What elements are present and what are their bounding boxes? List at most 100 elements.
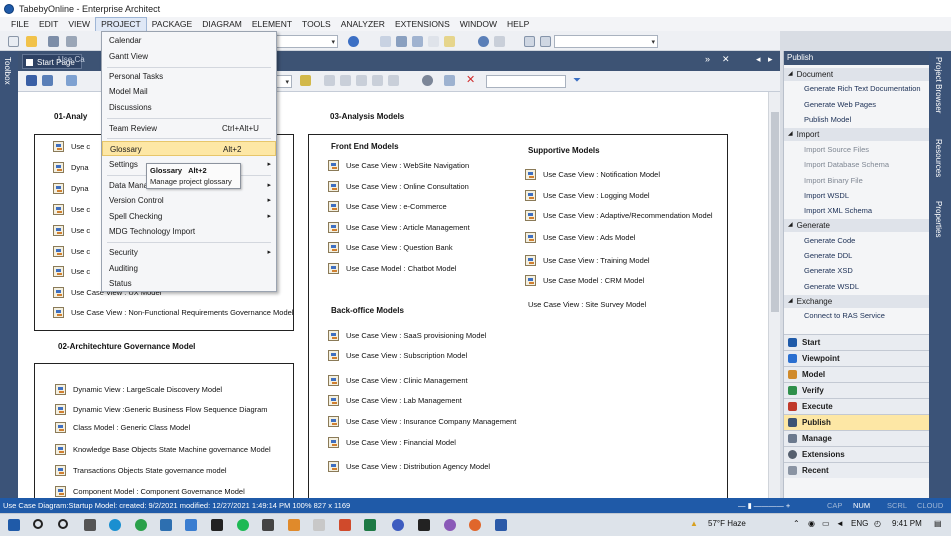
volume-icon[interactable]: ◄ xyxy=(836,519,844,528)
layout-icon[interactable] xyxy=(380,36,391,47)
menu-window[interactable]: WINDOW xyxy=(455,17,502,31)
toolbar-combo-1[interactable]: ▾ xyxy=(274,35,338,48)
tab-resources[interactable]: Resources xyxy=(934,139,943,177)
menu-item-spell-checking[interactable]: Spell Checking ▸ xyxy=(102,209,276,224)
layout-diagram-icon[interactable] xyxy=(388,75,399,86)
diagram-item[interactable]: Use Case View : WebSite Navigation xyxy=(328,160,469,171)
edge-icon[interactable] xyxy=(109,519,121,531)
toolbox-strip[interactable]: Toolbox xyxy=(0,51,18,498)
search-icon[interactable] xyxy=(33,519,43,529)
powerpoint-icon[interactable] xyxy=(339,519,351,531)
tray-chevron-icon[interactable]: ⌃ xyxy=(793,519,800,528)
diagram-item[interactable]: Use Case View : Article Management xyxy=(328,222,470,233)
tab-use-case-diagram[interactable]: Use Ca xyxy=(58,55,85,64)
cmd-icon[interactable] xyxy=(418,519,430,531)
save-icon[interactable] xyxy=(48,36,59,47)
menu-item-mdg-import[interactable]: MDG Technology Import xyxy=(102,224,276,239)
link-import-wsdl[interactable]: Import WSDL xyxy=(804,191,849,200)
diagram-item[interactable]: Use Case View : Adaptive/Recommendation … xyxy=(525,210,713,221)
diagram-item[interactable]: Use c xyxy=(53,225,90,236)
menu-item-model-mail[interactable]: Model Mail xyxy=(102,84,276,99)
word-icon[interactable] xyxy=(495,519,507,531)
link-generate-ddl[interactable]: Generate DDL xyxy=(804,251,852,260)
menu-file[interactable]: FILE xyxy=(6,17,34,31)
network-icon[interactable]: ◉ xyxy=(808,519,815,528)
menu-analyzer[interactable]: ANALYZER xyxy=(336,17,390,31)
menu-tools[interactable]: TOOLS xyxy=(297,17,336,31)
new-icon[interactable] xyxy=(8,36,19,47)
menu-item-gantt-view[interactable]: Gantt View xyxy=(102,49,276,64)
fill-color-icon[interactable] xyxy=(66,75,77,86)
tab-close-icon[interactable]: ✕ xyxy=(722,54,730,65)
tab-project-browser[interactable]: Project Browser xyxy=(934,57,943,113)
nav-viewpoint[interactable]: Viewpoint xyxy=(784,350,930,366)
diagram-item[interactable]: Use c xyxy=(53,204,90,215)
nav-verify[interactable]: Verify xyxy=(784,382,930,398)
diagram-item[interactable]: Class Model : Generic Class Model xyxy=(55,422,190,433)
menu-item-auditing[interactable]: Auditing xyxy=(102,261,276,276)
diagram-item[interactable]: Use Case View : Insurance Company Manage… xyxy=(328,416,516,427)
link-publish-model[interactable]: Publish Model xyxy=(804,115,851,124)
diagram-item[interactable]: Use Case View : Logging Model xyxy=(525,190,650,201)
menu-view[interactable]: VIEW xyxy=(63,17,95,31)
menu-item-team-review[interactable]: Team Review Ctrl+Alt+U xyxy=(102,121,276,136)
align-left-icon[interactable] xyxy=(324,75,335,86)
diagram-item[interactable]: Use Case View : Training Model xyxy=(525,255,650,266)
link-generate-rtf[interactable]: Generate Rich Text Documentation xyxy=(804,84,921,93)
diagram-item[interactable]: Use c xyxy=(53,141,90,152)
menu-package[interactable]: PACKAGE xyxy=(147,17,197,31)
diagram-item[interactable]: Use Case View : Online Consultation xyxy=(328,181,469,192)
menu-project[interactable]: PROJECT xyxy=(95,17,147,31)
element-icon[interactable] xyxy=(396,36,407,47)
battery-icon[interactable]: ▭ xyxy=(822,519,830,528)
link-generate-web-pages[interactable]: Generate Web Pages xyxy=(804,100,876,109)
section-exchange[interactable]: ◢ Exchange xyxy=(784,295,930,308)
menu-item-glossary[interactable]: Glossary Alt+2 xyxy=(102,141,276,156)
chrome-icon[interactable] xyxy=(135,519,147,531)
align-top-icon[interactable] xyxy=(340,75,351,86)
diagram-item[interactable]: Use c xyxy=(53,246,90,257)
file-explorer-icon[interactable] xyxy=(84,519,96,531)
menu-item-status[interactable]: Status xyxy=(102,276,276,291)
store-icon[interactable] xyxy=(160,519,172,531)
diagram-search-input[interactable] xyxy=(486,75,566,88)
scrollbar-thumb[interactable] xyxy=(771,112,779,312)
filter-icon[interactable]: ⏷ xyxy=(573,75,584,86)
menu-diagram[interactable]: DIAGRAM xyxy=(197,17,247,31)
same-size-icon[interactable] xyxy=(356,75,367,86)
menu-item-version-control[interactable]: Version Control ▸ xyxy=(102,193,276,208)
nav-extensions[interactable]: Extensions xyxy=(784,446,930,462)
diagram-item[interactable]: Dyna xyxy=(53,162,89,173)
palette-icon[interactable] xyxy=(478,36,489,47)
diagram-item[interactable]: Use Case View : Financial Model xyxy=(328,437,456,448)
diagram-item[interactable]: Use Case View : e-Commerce xyxy=(328,201,447,212)
diagram-item[interactable]: Use Case View : Question Bank xyxy=(328,242,453,253)
diagram-item[interactable]: Use c xyxy=(53,266,90,277)
connector-icon[interactable] xyxy=(494,36,505,47)
diagram-item[interactable]: Use Case View : Non-Functional Requireme… xyxy=(53,307,293,318)
fit-icon[interactable] xyxy=(540,36,551,47)
notifications-icon[interactable]: ▤ xyxy=(934,519,942,528)
diagram-vertical-scrollbar[interactable] xyxy=(768,92,780,498)
link-generate-code[interactable]: Generate Code xyxy=(804,236,855,245)
diagram-item[interactable]: Dynamic View : LargeScale Discovery Mode… xyxy=(55,384,222,395)
nav-manage[interactable]: Manage xyxy=(784,430,930,446)
settings-gear-icon[interactable] xyxy=(422,75,433,86)
nav-model[interactable]: Model xyxy=(784,366,930,382)
diagram-item[interactable]: Use Case Model : CRM Model xyxy=(525,275,644,286)
diagram-item[interactable]: Use Case View : Lab Management xyxy=(328,395,462,406)
section-import[interactable]: ◢ Import xyxy=(784,128,930,141)
diagram-item[interactable]: Use Case View : Notification Model xyxy=(525,169,660,180)
enterprise-architect-icon[interactable] xyxy=(392,519,404,531)
tab-prev-icon[interactable]: ◂ xyxy=(756,54,761,65)
diagram-item[interactable]: Dynamic View :Generic Business Flow Sequ… xyxy=(55,404,268,415)
link-import-source-files[interactable]: Import Source Files xyxy=(804,145,869,154)
link-generate-xsd[interactable]: Generate XSD xyxy=(804,266,853,275)
app-icon[interactable] xyxy=(444,519,456,531)
target-icon[interactable] xyxy=(348,36,359,47)
link-import-binary-file[interactable]: Import Binary File xyxy=(804,176,863,185)
tab-next-icon[interactable]: ▸ xyxy=(768,54,773,65)
link-import-database-schema[interactable]: Import Database Schema xyxy=(804,160,889,169)
taskbar-time[interactable]: 9:41 PM xyxy=(892,519,922,528)
diagram-item[interactable]: Use Case View : Site Survey Model xyxy=(528,300,646,309)
